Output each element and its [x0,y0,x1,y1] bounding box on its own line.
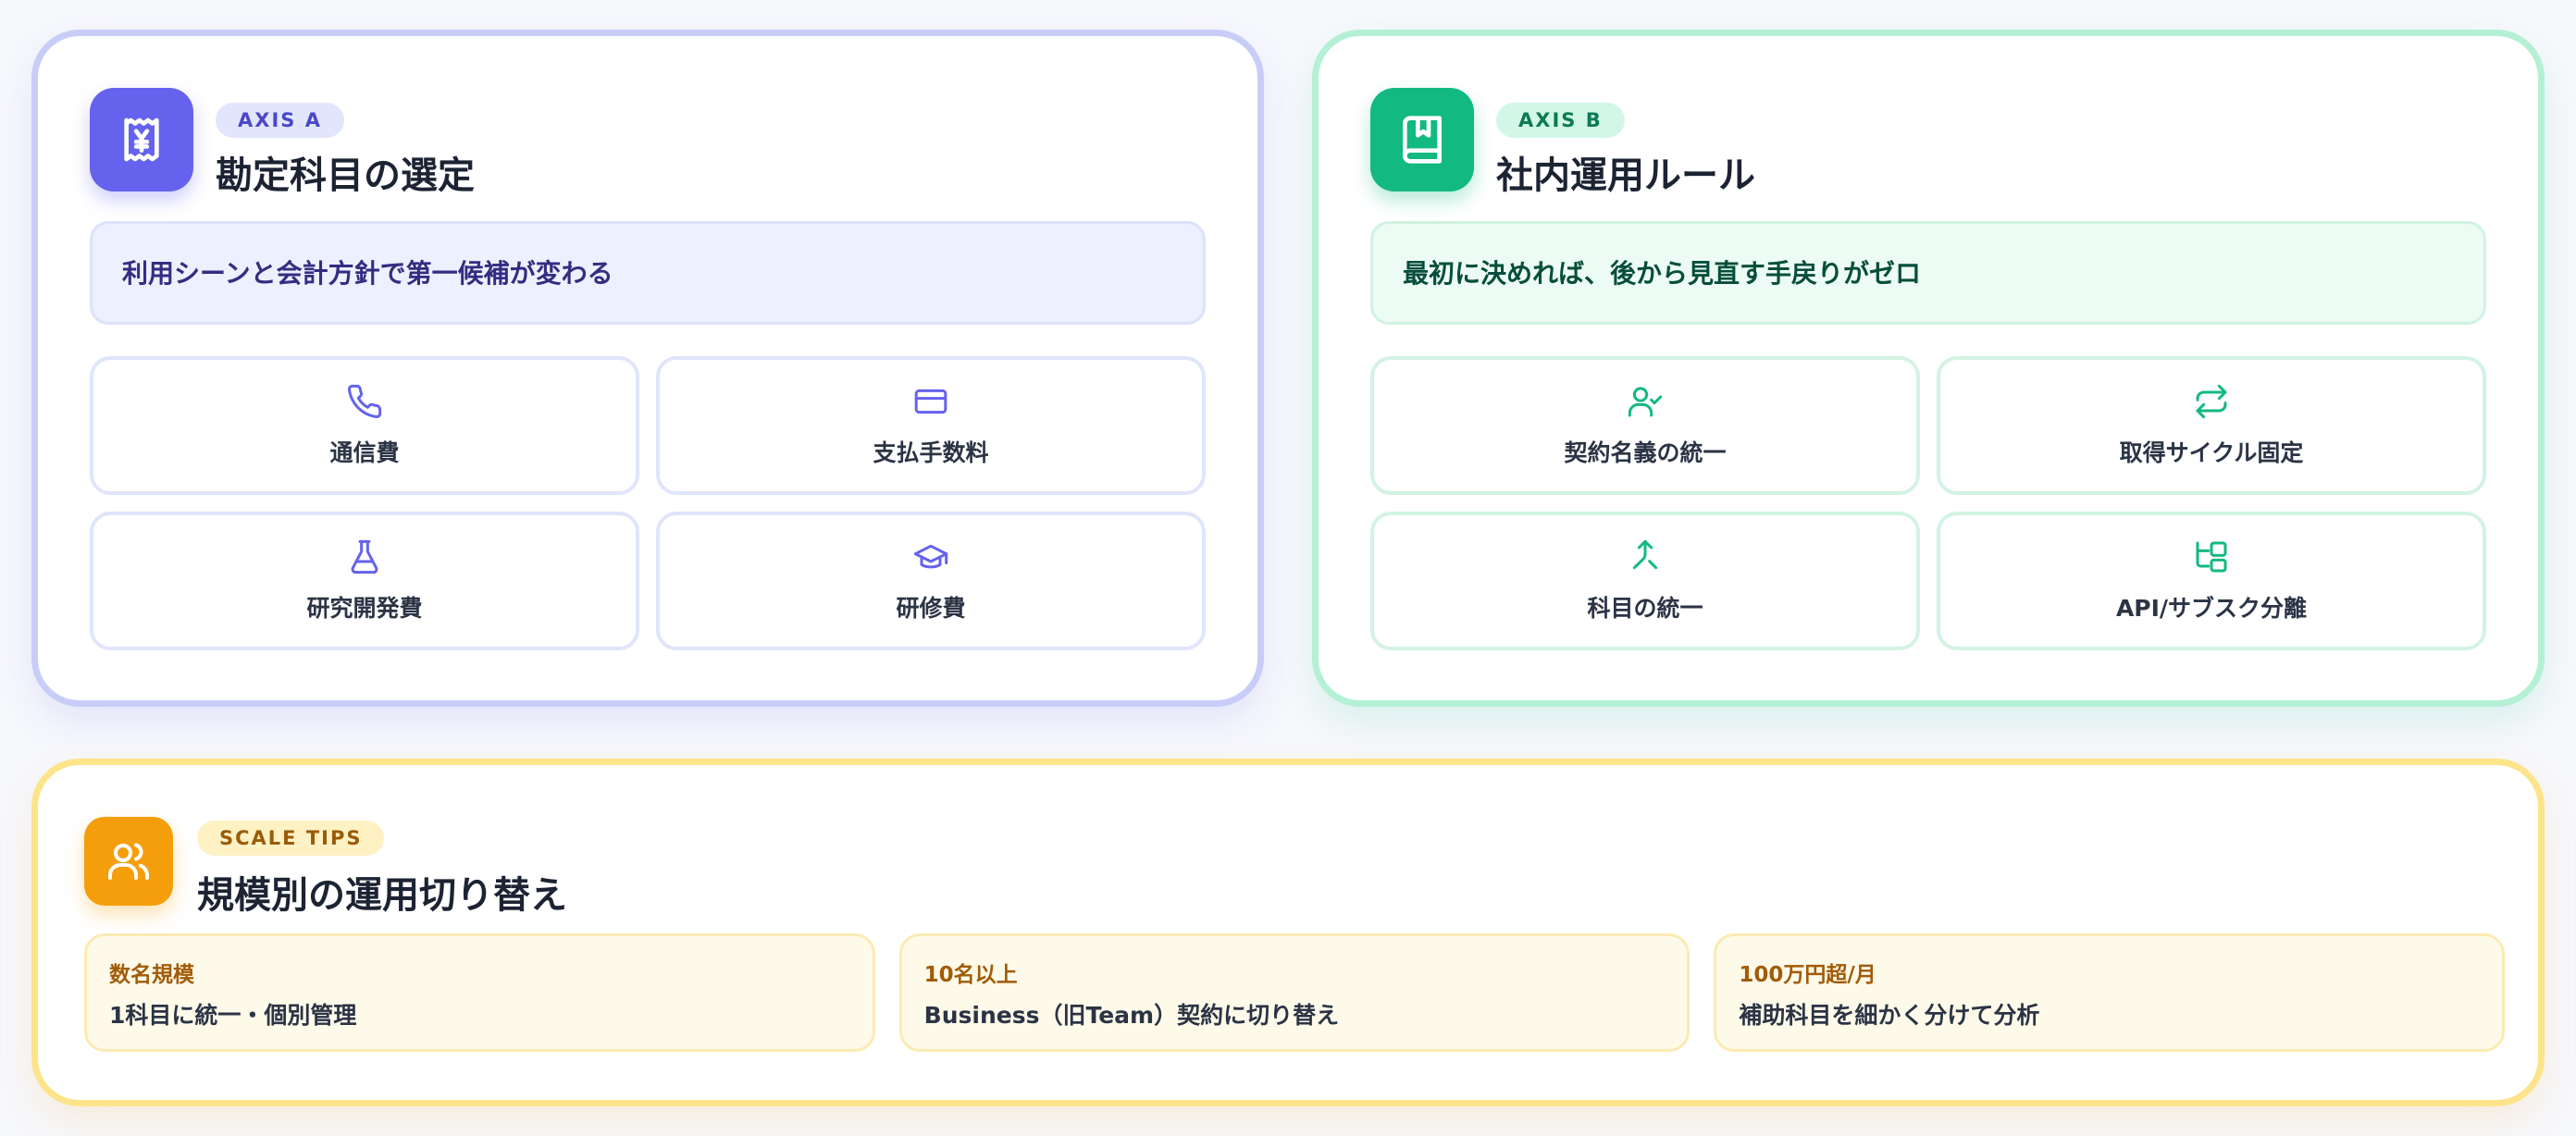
axis-b-tag: AXIS B [1496,103,1625,138]
folder-tree-icon [2196,541,2227,573]
users-icon [84,817,173,906]
tip-ten-plus: 10名以上 Business（旧Team）契約に切り替え [898,933,1690,1052]
tile-kamoku-toitsu: 科目の統一 [1370,512,1920,650]
receipt-yen-icon [90,88,193,191]
tile-label: 通信費 [329,439,400,466]
tip-small-team: 数名規模 1科目に統一・個別管理 [84,933,875,1052]
tile-label: 研修費 [896,595,966,622]
phone-icon [348,384,382,418]
tile-label: 支払手数料 [873,439,989,466]
tip-high-spend: 100万円超/月 補助科目を細かく分けて分析 [1714,933,2505,1052]
tip-heading: 100万円超/月 [1739,963,1876,987]
scale-tips-list: 数名規模 1科目に統一・個別管理 10名以上 Business（旧Team）契約… [84,933,2505,1052]
axis-a-tag: AXIS A [216,103,344,138]
tile-api-subsc-bunri: API/サブスク分離 [1937,512,2486,650]
bookmark-book-icon [1370,88,1474,191]
tip-body: 1科目に統一・個別管理 [109,1002,357,1029]
tip-heading: 数名規模 [109,963,194,987]
axis-b-banner: 最初に決めれば、後から見直す手戻りがゼロ [1370,221,2486,325]
scale-tips-card: SCALE TIPS 規模別の運用切り替え 数名規模 1科目に統一・個別管理 1… [31,759,2545,1106]
repeat-icon [2196,384,2227,419]
scale-title: 規模別の運用切り替え [197,874,567,917]
tip-body: 補助科目を細かく分けて分析 [1739,1002,2040,1029]
user-check-icon [1628,387,1663,417]
axis-a-banner: 利用シーンと会計方針で第一候補が変わる [90,221,1206,325]
tile-label: API/サブスク分離 [2115,595,2308,622]
tip-heading: 10名以上 [923,963,1018,987]
tile-kenkyu-kaihatsuhi: 研究開発費 [90,512,639,650]
tile-label: 契約名義の統一 [1564,439,1727,466]
axis-a-tiles: 通信費 支払手数料 研究開発費 研修費 [90,356,1206,650]
tile-tsushinhi: 通信費 [90,356,639,495]
tip-body: Business（旧Team）契約に切り替え [923,1002,1340,1029]
graduation-cap-icon [913,544,948,569]
axis-b-tiles: 契約名義の統一 取得サイクル固定 科目の統一 API/サブスク分離 [1370,356,2486,650]
axis-b-title: 社内運用ルール [1496,154,1755,197]
tile-label: 研究開発費 [306,595,423,622]
axis-b-card: AXIS B 社内運用ルール 最初に決めれば、後から見直す手戻りがゼロ 契約名義… [1312,30,2545,707]
tile-label: 取得サイクル固定 [2119,439,2304,466]
tile-keiyaku-meigi: 契約名義の統一 [1370,356,1920,495]
merge-icon [1632,539,1658,570]
tile-kenshuhi: 研修費 [656,512,1206,650]
tile-label: 科目の統一 [1587,595,1703,622]
tile-shiharai-tesuryo: 支払手数料 [656,356,1206,495]
flask-icon [351,539,378,574]
scale-tag: SCALE TIPS [197,821,385,856]
axis-a-title: 勘定科目の選定 [216,154,475,197]
tile-shutoku-cycle: 取得サイクル固定 [1937,356,2486,495]
credit-card-icon [914,389,947,414]
axis-a-card: AXIS A 勘定科目の選定 利用シーンと会計方針で第一候補が変わる 通信費 支… [31,30,1264,707]
